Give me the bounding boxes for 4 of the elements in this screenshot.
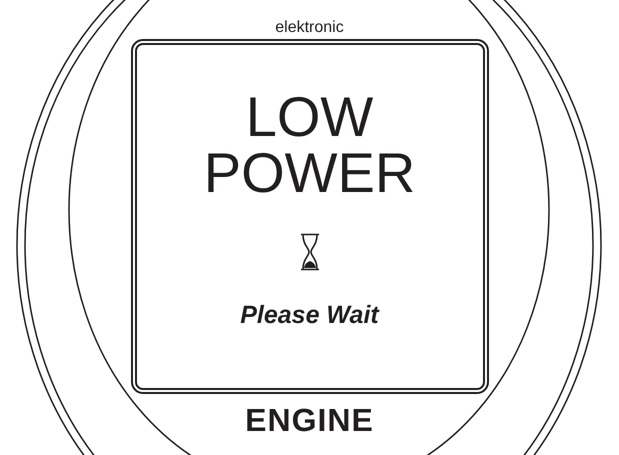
warning-text: POWER bbox=[204, 145, 416, 201]
status-text: Please Wait bbox=[240, 301, 379, 330]
warning-text: LOW bbox=[246, 89, 374, 145]
hourglass-icon bbox=[300, 233, 320, 271]
